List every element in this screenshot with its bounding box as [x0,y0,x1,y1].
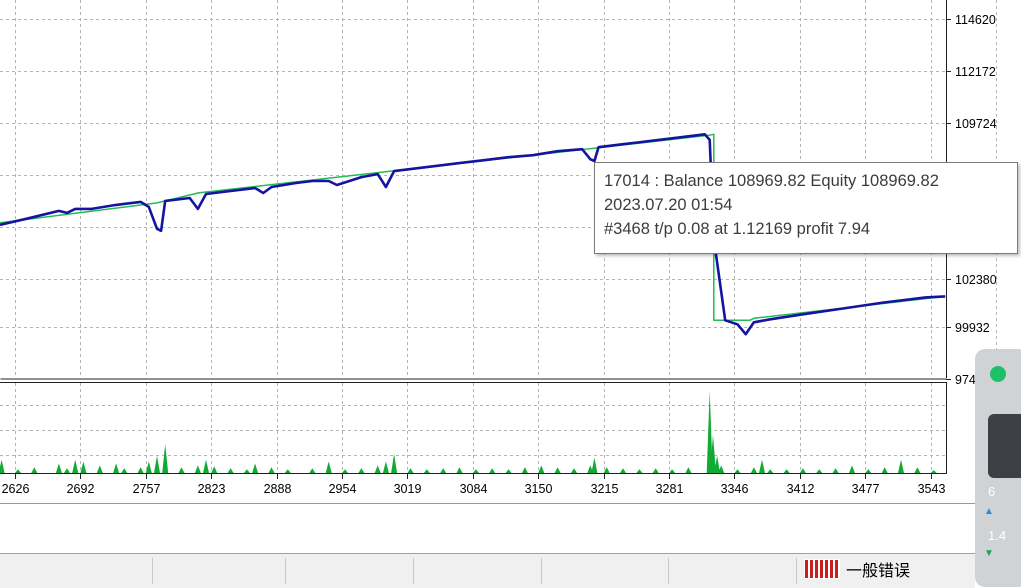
volume-bar [31,467,38,473]
volume-bar [591,457,598,473]
volume-bar [309,468,316,473]
volume-bar [898,459,904,473]
x-tick-label: 3281 [656,482,684,496]
volume-bar [554,467,561,473]
x-tick-label: 2823 [198,482,226,496]
volume-bar [113,463,120,473]
volume-bar [55,463,62,473]
volume-bar [243,469,250,473]
x-tick-label: 3477 [852,482,880,496]
volume-bar [440,468,447,473]
x-tick-label: 2954 [329,482,357,496]
volume-bar [571,468,577,473]
volume-bar [72,459,79,473]
status-divider [285,558,286,584]
volume-bar [734,469,741,473]
volume-bar [252,463,259,473]
volume-bar [154,455,160,473]
x-tick-label: 3084 [460,482,488,496]
volume-bar [391,453,398,473]
x-tick-label: 3412 [787,482,815,496]
chart-tooltip: 17014 : Balance 108969.82 Equity 108969.… [594,162,1018,254]
x-tick-label: 3019 [394,482,422,496]
volume-bar [137,467,144,473]
x-axis: 2626 2692 2757 2823 2888 2954 3019 3084 3150 3215… [2,474,1010,496]
volume-bar [325,461,332,473]
volume-grid [0,383,997,473]
volume-bar [162,444,169,473]
volume-bar [374,465,381,473]
volume-bar [80,461,87,473]
arrow-up-icon: ▲ [984,506,994,517]
x-tick-label: 2757 [133,482,161,496]
x-tick-label: 3346 [721,482,749,496]
volume-bar [358,468,365,473]
volume-bar [881,467,888,473]
widget-value-1: 6 [988,484,996,499]
volume-bar [816,469,823,473]
volume-bar [750,467,757,473]
device-icon [988,414,1021,478]
status-divider [152,558,153,584]
connection-status-icon[interactable] [804,559,840,579]
y-tick-label: 102380 [955,273,997,287]
volume-bar [652,468,659,473]
volume-bar [930,470,937,473]
x-tick-label: 2692 [67,482,95,496]
y-tick-label: 109724 [955,117,997,131]
volume-bar [227,468,234,473]
tooltip-line-time: 2023.07.20 01:54 [604,196,733,214]
main-plot-border [0,378,947,380]
volume-bar [505,469,512,473]
y-tick-label: 112172 [955,65,996,79]
status-divider [796,558,797,584]
volume-bar [456,467,463,473]
volume-bar [865,469,872,473]
volume-bar [194,465,201,473]
status-divider [541,558,542,584]
volume-bar [849,465,855,473]
status-divider [668,558,669,584]
tooltip-line-trade: #3468 t/p 0.08 at 1.12169 profit 7.94 [604,220,871,238]
volume-bar [64,468,70,473]
chart-scroll-area[interactable] [0,503,975,554]
volume-bar [203,459,209,473]
arrow-down-icon: ▼ [984,548,994,559]
tooltip-line-balance: 17014 : Balance 108969.82 Equity 108969.… [604,172,939,190]
volume-layer [0,390,937,473]
volume-bar [268,467,275,473]
volume-bar [914,467,921,473]
volume-bar [489,468,496,473]
volume-bar [382,461,389,473]
online-indicator-icon [990,366,1006,382]
x-tick-label: 3215 [591,482,619,496]
volume-bar [538,465,545,473]
volume-bar [521,467,528,473]
volume-bar [121,468,128,473]
volume-bar [0,459,5,473]
backtest-chart: 1146201121721097241023809993297484 2626 2… [0,0,1010,496]
y-tick-label: 99932 [955,321,990,335]
status-divider [413,558,414,584]
volume-bar [685,467,692,473]
x-tick-label: 3543 [918,482,946,496]
volume-bar [636,469,643,473]
volume-bar [211,466,218,473]
volume-bar [832,468,839,473]
volume-bar [620,468,626,473]
x-tick-label: 3150 [525,482,553,496]
volume-bar [423,469,430,473]
volume-bar [767,469,774,473]
volume-bar [284,469,291,473]
volume-bar [759,459,765,473]
volume-bar [407,468,414,473]
y-tick-label: 114620 [955,13,996,27]
widget-value-2: 1.4 [988,528,1007,543]
connection-status-text: 一般错误 [846,561,911,580]
x-tick-label: 2888 [264,482,292,496]
volume-bar [96,465,103,473]
volume-bar [783,469,790,473]
volume-bar [178,467,185,473]
x-tick-label: 2626 [2,482,30,496]
